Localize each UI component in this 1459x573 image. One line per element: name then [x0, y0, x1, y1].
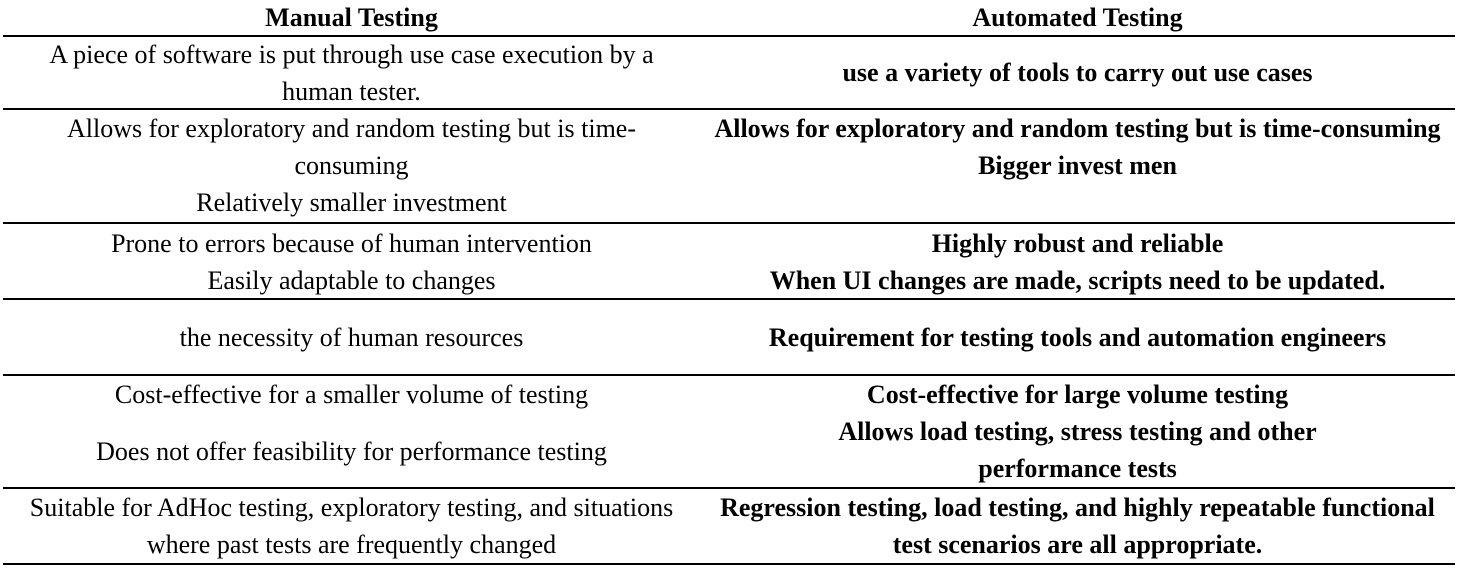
- manual-statement: Relatively smaller investment: [196, 188, 507, 217]
- manual-cell: Prone to errors because of human interve…: [3, 224, 700, 298]
- header-automated-testing: Automated Testing: [972, 2, 1183, 32]
- manual-statement: Does not offer feasibility for performan…: [96, 437, 607, 466]
- table-row: Cost-effective for a smaller volume of t…: [3, 376, 1455, 489]
- manual-cell: Cost-effective for a smaller volume of t…: [3, 376, 700, 487]
- table-header-row: Manual Testing Automated Testing: [3, 0, 1455, 37]
- header-manual-testing: Manual Testing: [265, 2, 438, 32]
- automated-cell: Highly robust and reliable When UI chang…: [700, 224, 1455, 298]
- automated-cell: Requirement for testing tools and automa…: [700, 300, 1455, 374]
- automated-statement: Requirement for testing tools and automa…: [768, 322, 1387, 352]
- manual-statement: Cost-effective for a smaller volume of t…: [114, 380, 589, 409]
- automated-cell: Cost-effective for large volume testing …: [700, 376, 1455, 487]
- automated-statement: Bigger invest men: [978, 151, 1177, 180]
- table-row: Prone to errors because of human interve…: [3, 224, 1455, 300]
- manual-statement: Prone to errors because of human interve…: [111, 229, 592, 258]
- automated-statement: When UI changes are made, scripts need t…: [769, 266, 1386, 295]
- automated-statement: Highly robust and reliable: [931, 229, 1224, 258]
- table-row: A piece of software is put through use c…: [3, 37, 1455, 110]
- manual-cell: A piece of software is put through use c…: [3, 37, 700, 108]
- automated-statement: Regression testing, load testing, and hi…: [720, 493, 1435, 559]
- automated-cell: Regression testing, load testing, and hi…: [700, 489, 1455, 563]
- automated-statement: Allows for exploratory and random testin…: [714, 114, 1441, 143]
- table-row: Suitable for AdHoc testing, exploratory …: [3, 489, 1455, 565]
- manual-cell: Suitable for AdHoc testing, exploratory …: [3, 489, 700, 563]
- manual-statement: Suitable for AdHoc testing, exploratory …: [29, 493, 674, 559]
- manual-cell: the necessity of human resources: [3, 300, 700, 374]
- manual-cell: Allows for exploratory and random testin…: [3, 110, 700, 224]
- automated-statement: use a variety of tools to carry out use …: [842, 58, 1313, 87]
- manual-statement: the necessity of human resources: [179, 322, 524, 352]
- table-row: Allows for exploratory and random testin…: [3, 110, 1455, 224]
- manual-statement: A piece of software is put through use c…: [49, 39, 654, 106]
- table-row: the necessity of human resources Require…: [3, 300, 1455, 376]
- automated-cell: use a variety of tools to carry out use …: [700, 37, 1455, 108]
- automated-statement: Allows load testing, stress testing and …: [838, 417, 1317, 483]
- automated-cell: Allows for exploratory and random testin…: [700, 110, 1455, 224]
- comparison-table: Manual Testing Automated Testing A piece…: [3, 0, 1455, 565]
- manual-statement: Easily adaptable to changes: [207, 266, 496, 295]
- manual-statement: Allows for exploratory and random testin…: [66, 114, 636, 180]
- automated-statement: Cost-effective for large volume testing: [866, 380, 1289, 409]
